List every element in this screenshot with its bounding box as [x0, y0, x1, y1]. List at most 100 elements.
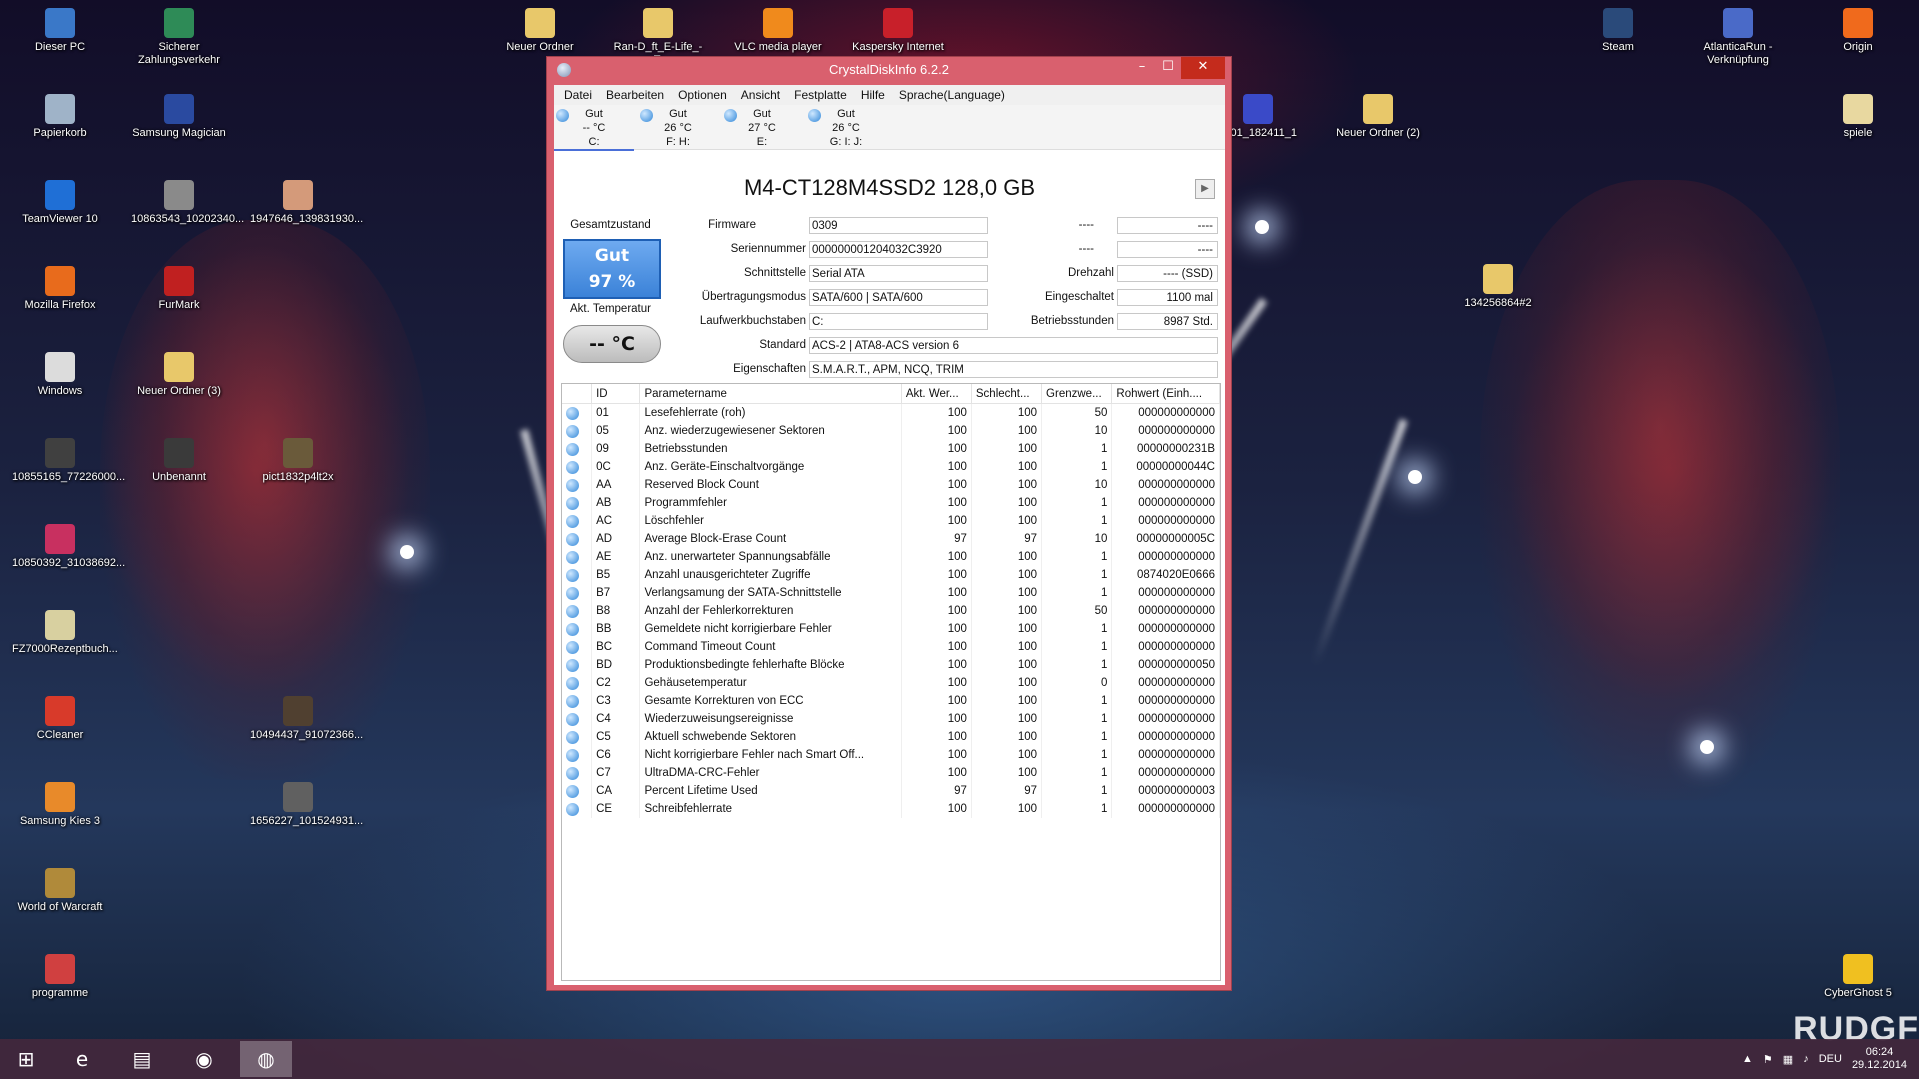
desktop-icon[interactable]: TeamViewer 10 [12, 180, 108, 226]
smart-row[interactable]: AA Reserved Block Count 100 100 10 0000000000… [562, 476, 1220, 494]
tray-network-icon[interactable]: ▦ [1783, 1053, 1793, 1066]
smart-row[interactable]: AC Löschfehler 100 100 1 000000000000 [562, 512, 1220, 530]
desktop-icon[interactable]: 134256864#2 [1450, 264, 1546, 310]
smart-cell: 1 [1041, 584, 1113, 602]
smart-row[interactable]: 0C Anz. Geräte-Einschaltvorgänge 100 100 1 00… [562, 458, 1220, 476]
smart-row[interactable]: C4 Wiederzuweisungsereignisse 100 100 1 00000… [562, 710, 1220, 728]
smart-row[interactable]: 01 Lesefehlerrate (roh) 100 100 50 0000000000… [562, 403, 1220, 422]
menu-item[interactable]: Optionen [671, 85, 734, 105]
smart-cell: AD [591, 530, 641, 548]
taskbar-crystaldiskinfo[interactable]: ◍ [240, 1041, 292, 1077]
drive-tab[interactable]: Gut -- °C C: [554, 107, 634, 151]
clock[interactable]: 06:24 29.12.2014 [1852, 1046, 1907, 1072]
smart-row[interactable]: AB Programmfehler 100 100 1 000000000000 [562, 494, 1220, 512]
smart-row[interactable]: AE Anz. unerwarteter Spannungsabfälle 100 1… [562, 548, 1220, 566]
desktop-icon[interactable]: World of Warcraft [12, 868, 108, 914]
smart-row[interactable]: C3 Gesamte Korrekturen von ECC 100 100 1 0000… [562, 692, 1220, 710]
desktop-icon[interactable]: FZ7000Rezeptbuch... [12, 610, 118, 656]
smart-row[interactable]: B5 Anzahl unausgerichteter Zugriffe 100 100… [562, 566, 1220, 584]
tray-chevron-icon[interactable]: ▲ [1742, 1053, 1753, 1065]
smart-row[interactable]: CA Percent Lifetime Used 97 97 1 000000000003 [562, 782, 1220, 800]
tray-volume-icon[interactable]: ♪ [1803, 1053, 1809, 1065]
smart-cell: Programmfehler [639, 494, 902, 512]
smart-row[interactable]: B8 Anzahl der Fehlerkorrekturen 100 100 50 00… [562, 602, 1220, 620]
menu-item[interactable]: Ansicht [734, 85, 787, 105]
smart-cell: 100 [971, 800, 1043, 818]
smart-row[interactable]: C6 Nicht korrigierbare Fehler nach Smart … [562, 746, 1220, 764]
smart-row[interactable]: 05 Anz. wiederzugewiesener Sektoren 100 100… [562, 422, 1220, 440]
desktop-icon[interactable]: Neuer Ordner (3) [131, 352, 227, 398]
minimize-button[interactable]: – [1129, 57, 1155, 79]
desktop-icon[interactable]: Neuer Ordner (2) [1330, 94, 1426, 140]
desktop-icon[interactable]: 10863543_10202340... [131, 180, 244, 226]
next-disk-button[interactable]: ▶ [1195, 179, 1215, 199]
desktop-icon[interactable]: Neuer Ordner [492, 8, 588, 54]
drive-tab[interactable]: Gut 27 °C E: [722, 107, 802, 149]
title-bar[interactable]: CrystalDiskInfo 6.2.2 – ☐ ✕ [547, 57, 1231, 83]
desktop-icon[interactable]: CCleaner [12, 696, 108, 742]
desktop-icon[interactable]: Windows [12, 352, 108, 398]
smart-row[interactable]: B7 Verlangsamung der SATA-Schnittstelle 10… [562, 584, 1220, 602]
smart-column-header[interactable]: Schlecht... [971, 384, 1043, 404]
drive-letters-field: C: [809, 313, 988, 330]
maximize-button[interactable]: ☐ [1155, 57, 1181, 79]
smart-row[interactable]: C2 Gehäusetemperatur 100 100 0 000000000000 [562, 674, 1220, 692]
start-button[interactable]: ⊞ [0, 1041, 52, 1077]
taskbar-ie[interactable]: e [56, 1041, 108, 1077]
desktop-icon[interactable]: Dieser PC [12, 8, 108, 54]
drive-tab[interactable]: Gut 26 °C G: I: J: [806, 107, 886, 149]
desktop-icon[interactable]: VLC media player [730, 8, 826, 54]
smart-attributes-list[interactable]: ID Parametername Akt. Wer... Schlecht... Gre… [561, 383, 1221, 981]
menu-item[interactable]: Bearbeiten [599, 85, 671, 105]
menu-item[interactable]: Datei [557, 85, 599, 105]
smart-row[interactable]: C7 UltraDMA-CRC-Fehler 100 100 1 000000000000 [562, 764, 1220, 782]
smart-column-header[interactable]: ID [591, 384, 641, 404]
desktop-icon[interactable]: programme [12, 954, 108, 1000]
smart-row-status-cell [562, 764, 593, 782]
smart-cell: 50 [1041, 403, 1113, 422]
crystaldiskinfo-window[interactable]: CrystalDiskInfo 6.2.2 – ☐ ✕ Datei Bearbei… [546, 56, 1232, 991]
smart-cell: C2 [591, 674, 641, 692]
desktop-icon[interactable]: AtlanticaRun - Verknüpfung [1690, 8, 1786, 67]
language-indicator[interactable]: DEU [1819, 1053, 1842, 1065]
smart-column-header[interactable]: Parametername [639, 384, 902, 404]
desktop-icon[interactable]: Mozilla Firefox [12, 266, 108, 312]
desktop-icon[interactable]: 1947646_139831930... [250, 180, 363, 226]
smart-column-header[interactable]: Rohwert (Einh.... [1111, 384, 1220, 404]
desktop-icon[interactable]: Samsung Kies 3 [12, 782, 108, 828]
desktop-icon[interactable]: 10850392_31038692... [12, 524, 125, 570]
smart-row[interactable]: CE Schreibfehlerrate 100 100 1 000000000000 [562, 800, 1220, 818]
desktop-icon[interactable]: Samsung Magician [131, 94, 227, 140]
desktop-icon[interactable]: FurMark [131, 266, 227, 312]
desktop-icon[interactable]: 1656227_101524931... [250, 782, 363, 828]
desktop-icon[interactable]: 10855165_77226000... [12, 438, 125, 484]
menu-item[interactable]: Hilfe [854, 85, 892, 105]
desktop-icon[interactable]: Sicherer Zahlungsverkehr [131, 8, 227, 67]
desktop-icon[interactable]: 10494437_91072366... [250, 696, 363, 742]
desktop-icon[interactable]: spiele [1810, 94, 1906, 140]
desktop-icon[interactable]: Steam [1570, 8, 1666, 54]
desktop-icon[interactable]: CyberGhost 5 [1810, 954, 1906, 1000]
desktop-icon[interactable]: pict1832p4lt2x [250, 438, 346, 484]
drive-tab[interactable]: Gut 26 °C F: H: [638, 107, 718, 149]
smart-row[interactable]: C5 Aktuell schwebende Sektoren 100 100 1 0000… [562, 728, 1220, 746]
smart-column-header[interactable]: Grenzwe... [1041, 384, 1113, 404]
smart-row[interactable]: BD Produktionsbedingte fehlerhafte Blöcke… [562, 656, 1220, 674]
menu-item[interactable]: Festplatte [787, 85, 854, 105]
desktop-icon[interactable]: Origin [1810, 8, 1906, 54]
smart-row[interactable]: BC Command Timeout Count 100 100 1 0000000000… [562, 638, 1220, 656]
smart-status-icon [566, 478, 579, 492]
smart-row[interactable]: AD Average Block-Erase Count 97 97 10 0000000… [562, 530, 1220, 548]
desktop-icon[interactable]: Unbenannt [131, 438, 227, 484]
close-button[interactable]: ✕ [1181, 57, 1225, 79]
smart-status-icon [566, 748, 579, 762]
smart-column-header[interactable]: Akt. Wer... [901, 384, 972, 404]
smart-cell: Anzahl unausgerichteter Zugriffe [639, 566, 902, 584]
smart-row[interactable]: BB Gemeldete nicht korrigierbare Fehler 10… [562, 620, 1220, 638]
menu-item[interactable]: Sprache(Language) [892, 85, 1012, 105]
taskbar-firefox[interactable]: ◉ [178, 1041, 230, 1077]
taskbar-explorer[interactable]: ▤ [116, 1041, 168, 1077]
smart-row[interactable]: 09 Betriebsstunden 100 100 1 00000000231B [562, 440, 1220, 458]
desktop-icon[interactable]: Papierkorb [12, 94, 108, 140]
tray-flag-icon[interactable]: ⚑ [1763, 1053, 1773, 1066]
